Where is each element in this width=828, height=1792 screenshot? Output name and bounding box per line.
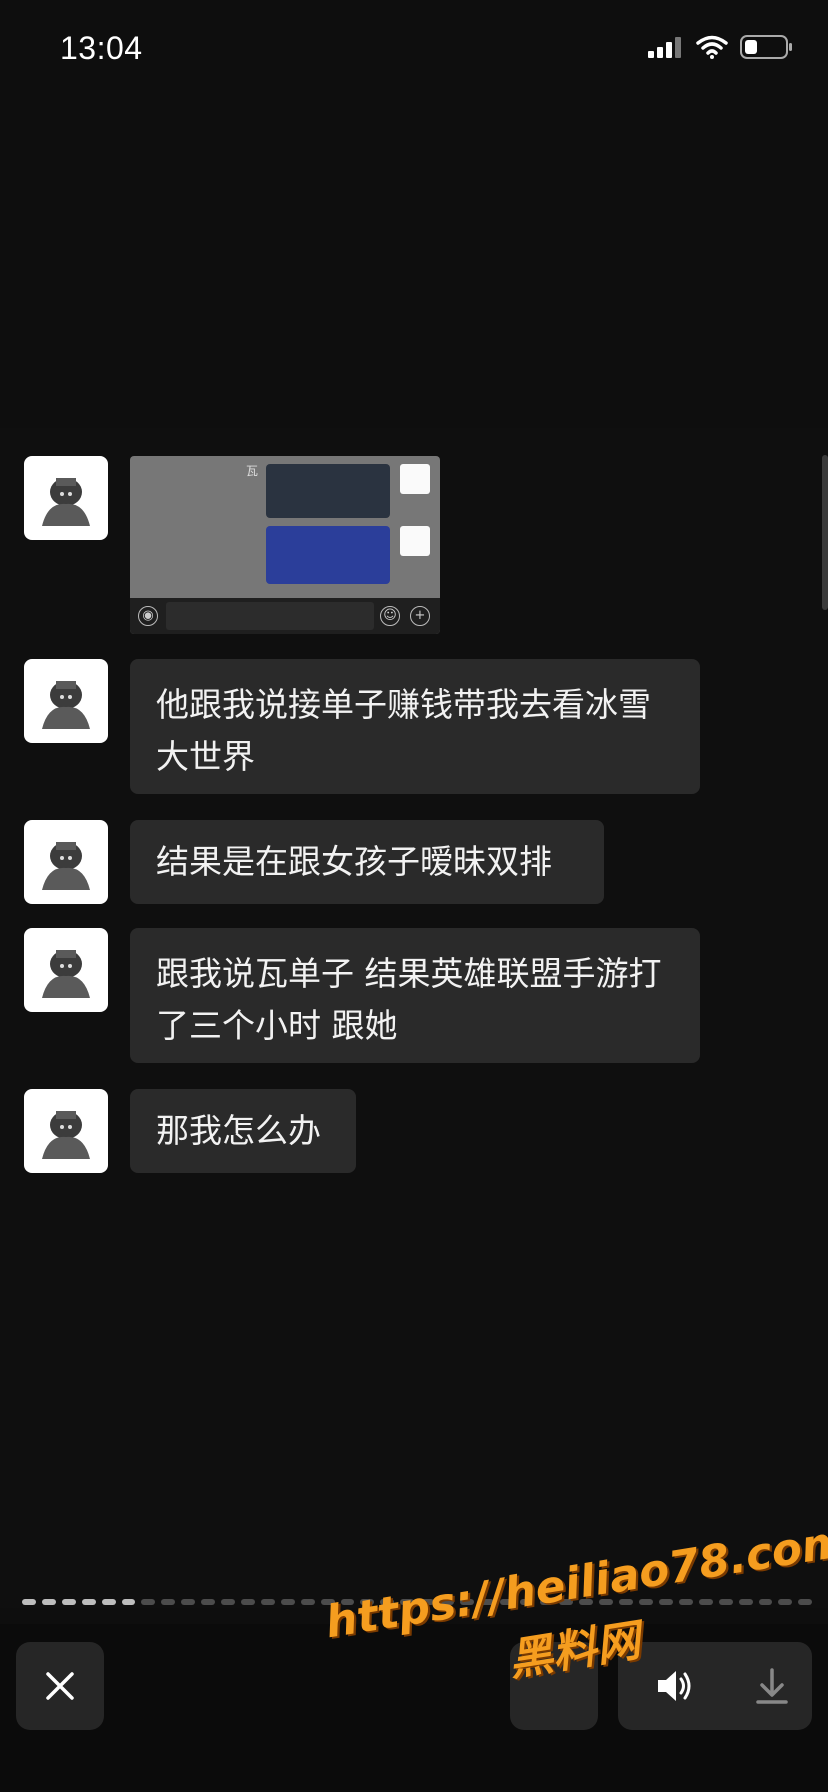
avatar-figure-icon [42,950,90,998]
progress-segment [459,1599,474,1605]
thumbnail-pane-top [266,464,390,518]
progress-segment [340,1599,355,1605]
progress-segment [778,1599,793,1605]
progress-segment [400,1599,415,1605]
progress-segment [161,1599,176,1605]
avatar[interactable] [24,456,108,540]
plus-icon: + [410,606,430,626]
thumbnail-pane-bottom [266,526,390,584]
cellular-signal-icon [648,37,681,58]
progress-segment [599,1599,614,1605]
scrollbar-thumb[interactable] [822,455,828,610]
avatar-figure-icon [42,1111,90,1159]
progress-segment [360,1599,375,1605]
progress-segment [758,1599,773,1605]
message-bubble[interactable]: 他跟我说接单子赚钱带我去看冰雪大世界 [130,659,700,794]
progress-segment [440,1599,454,1605]
progress-segment [41,1599,56,1605]
avatar[interactable] [24,820,108,904]
speaker-icon[interactable] [654,1664,694,1708]
progress-segment [22,1599,36,1605]
progress-segment [698,1599,713,1605]
avatar[interactable] [24,1089,108,1173]
story-progress [22,1599,813,1605]
avatar-figure-icon [42,681,90,729]
progress-segment [718,1599,733,1605]
wifi-icon [696,35,728,59]
progress-segment [619,1599,634,1605]
avatar[interactable] [24,928,108,1012]
progress-segment [61,1599,76,1605]
thumbnail-label: 瓦 [246,464,259,478]
progress-segment [260,1599,275,1605]
status-time: 13:04 [60,30,143,66]
thumbnail-avatar [400,526,430,556]
progress-segment [380,1599,395,1605]
status-icons [648,35,794,59]
close-button[interactable] [16,1642,104,1730]
emoji-icon: ☺ [380,606,400,626]
voice-icon: ◉ [138,606,158,626]
avatar-figure-icon [42,842,90,890]
progress-segment [559,1599,574,1605]
progress-segment [101,1599,116,1605]
avatar-figure-icon [42,478,90,526]
progress-segment [659,1599,673,1605]
progress-segment [639,1599,653,1605]
image-thumbnail[interactable]: 瓦 ◉ ☺ + [130,456,440,634]
progress-segment [519,1599,534,1605]
progress-segment [141,1599,156,1605]
progress-segment [678,1599,693,1605]
progress-segment [479,1599,494,1605]
progress-segment [539,1599,554,1605]
download-icon[interactable] [754,1664,790,1708]
progress-segment [81,1599,96,1605]
progress-segment [320,1599,335,1605]
message-bubble[interactable]: 那我怎么办 [130,1089,356,1173]
progress-segment [738,1599,753,1605]
progress-segment [121,1599,136,1605]
progress-segment [201,1599,216,1605]
media-controls [618,1642,812,1730]
thumbnail-avatar [400,464,430,494]
progress-segment [420,1599,435,1605]
message-bubble[interactable]: 结果是在跟女孩子暧昧双排 [130,820,604,904]
progress-segment [579,1599,594,1605]
progress-segment [221,1599,235,1605]
share-button[interactable] [510,1642,598,1730]
message-bubble[interactable]: 跟我说瓦单子 结果英雄联盟手游打了三个小时 跟她 [130,928,700,1063]
avatar[interactable] [24,659,108,743]
thumbnail-input-field [166,602,374,630]
progress-segment [300,1599,315,1605]
battery-icon [740,35,792,59]
thumbnail-input-bar: ◉ ☺ + [130,598,440,634]
progress-segment [240,1599,255,1605]
progress-segment [181,1599,196,1605]
progress-segment [499,1599,514,1605]
progress-segment [798,1599,813,1605]
progress-segment [280,1599,295,1605]
close-icon [46,1672,74,1700]
bottom-toolbar [0,1624,828,1792]
status-bar: 13:04 [0,0,828,100]
